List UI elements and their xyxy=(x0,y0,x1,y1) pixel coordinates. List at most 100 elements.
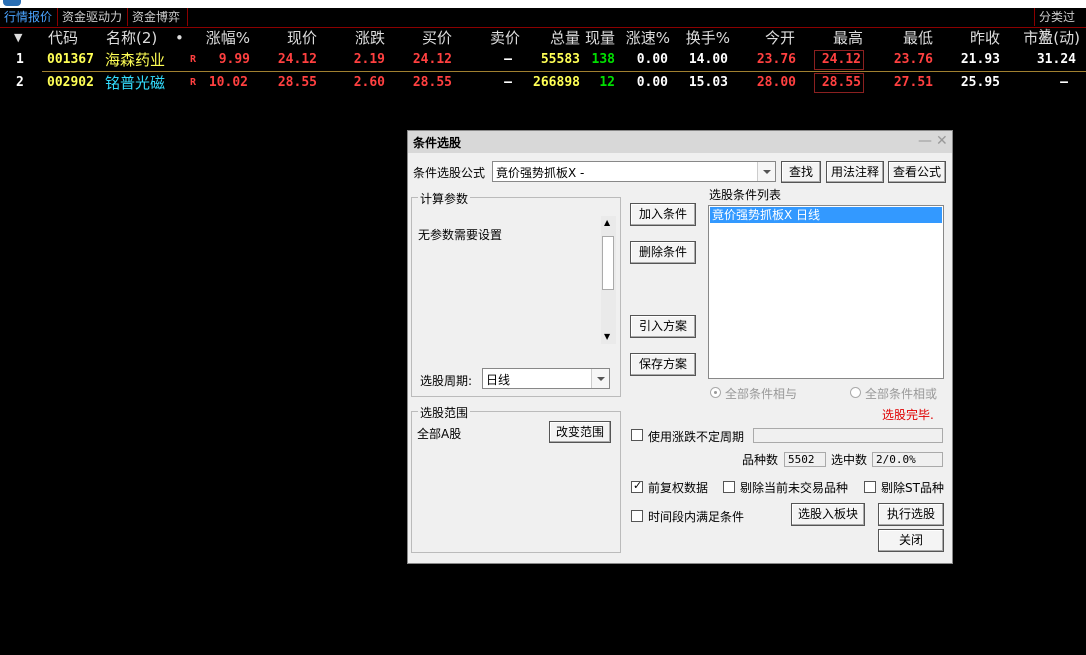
row-bid: 24.12 xyxy=(412,52,452,67)
formula-label: 条件选股公式 xyxy=(413,166,486,180)
tab-capital-drive[interactable]: 资金驱动力 xyxy=(58,8,128,26)
chevron-down-icon[interactable] xyxy=(757,162,775,181)
count-label: 品种数 xyxy=(742,453,779,467)
scroll-up-icon[interactable]: ▲ xyxy=(604,218,610,227)
col-low[interactable]: 最低 xyxy=(875,27,933,49)
period-progress-field xyxy=(753,428,943,443)
radio-or[interactable] xyxy=(850,387,861,398)
list-item[interactable]: 竟价强势抓板X 日线 xyxy=(710,207,942,223)
import-plan-button[interactable]: 引入方案 xyxy=(630,315,696,338)
params-group: 计算参数 无参数需要设置 ▲ ▼ 选股周期: 日线 xyxy=(411,190,621,397)
col-price[interactable]: 现价 xyxy=(255,27,317,49)
col-speed[interactable]: 涨速% xyxy=(620,27,670,49)
col-chg[interactable]: 涨跌 xyxy=(325,27,385,49)
row-chg: 2.60 xyxy=(353,75,385,90)
exclude-st-checkbox[interactable] xyxy=(864,481,876,493)
change-range-button[interactable]: 改变范围 xyxy=(549,421,611,443)
view-formula-button[interactable]: 查看公式 xyxy=(888,161,946,183)
row-volume: 55583 xyxy=(540,52,580,67)
row-index: 1 xyxy=(16,52,24,67)
save-plan-button[interactable]: 保存方案 xyxy=(630,353,696,376)
close-button[interactable]: 关闭 xyxy=(878,529,944,552)
tab-category-filter[interactable]: 分类过滤 xyxy=(1034,8,1086,42)
row-code: 001367 xyxy=(47,52,94,67)
col-chg-pct[interactable]: 涨幅% xyxy=(190,27,250,49)
col-code[interactable]: 代码 xyxy=(48,27,78,49)
add-condition-button[interactable]: 加入条件 xyxy=(630,203,696,226)
row-price: 24.12 xyxy=(277,52,317,67)
scroll-down-icon[interactable]: ▼ xyxy=(604,332,610,341)
close-icon[interactable]: ✕ xyxy=(936,133,948,149)
scroll-thumb[interactable] xyxy=(602,236,614,290)
row-chg-pct: 10.02 xyxy=(208,75,248,90)
col-cur-volume[interactable]: 现量 xyxy=(575,27,615,49)
params-group-title: 计算参数 xyxy=(418,190,471,207)
col-bid[interactable]: 买价 xyxy=(392,27,452,49)
dialog-title: 条件选股 xyxy=(413,136,462,150)
col-pe[interactable]: 市盈(动) xyxy=(1010,27,1080,49)
dialog-titlebar[interactable]: 条件选股 — ✕ xyxy=(408,131,952,153)
row-low: 27.51 xyxy=(893,75,933,90)
col-ask[interactable]: 卖价 xyxy=(460,27,520,49)
minimize-icon[interactable]: — xyxy=(918,133,932,149)
period-select[interactable]: 日线 xyxy=(482,368,610,389)
tab-capital-game[interactable]: 资金博弈 xyxy=(128,8,188,26)
radio-or-label: 全部条件相或 xyxy=(865,387,938,401)
row-pe: – xyxy=(1060,75,1068,90)
row-ask: – xyxy=(504,75,512,90)
row-ask: – xyxy=(504,52,512,67)
table-row[interactable]: 2 002902 铭普光磁 R 10.02 28.55 2.60 28.55 –… xyxy=(0,72,1086,94)
range-group: 选股范围 全部A股 改变范围 xyxy=(411,404,621,553)
formula-value: 竟价强势抓板X - xyxy=(496,166,585,180)
tab-quotes[interactable]: 行情报价 xyxy=(0,8,58,26)
row-index: 2 xyxy=(16,75,24,90)
row-prev-close: 25.95 xyxy=(960,75,1000,90)
find-button[interactable]: 查找 xyxy=(781,161,821,183)
col-name[interactable]: 名称(2) xyxy=(106,27,157,49)
row-cur-volume: 138 xyxy=(591,52,615,67)
time-cond-checkbox[interactable] xyxy=(631,510,643,522)
condition-list[interactable]: 竟价强势抓板X 日线 xyxy=(708,205,944,379)
params-text: 无参数需要设置 xyxy=(418,228,503,242)
usage-notes-button[interactable]: 用法注释 xyxy=(826,161,884,183)
radio-and[interactable] xyxy=(710,387,721,398)
col-high[interactable]: 最高 xyxy=(805,27,863,49)
row-chg-pct: 9.99 xyxy=(218,52,250,67)
use-period-label: 使用涨跌不定周期 xyxy=(648,430,745,444)
sort-caret-icon[interactable]: ▼ xyxy=(14,27,22,49)
execute-button[interactable]: 执行选股 xyxy=(878,503,944,526)
params-scrollbar[interactable]: ▲ ▼ xyxy=(601,216,616,344)
condition-list-label: 选股条件列表 xyxy=(709,188,782,202)
row-open: 28.00 xyxy=(756,75,796,90)
row-cur-volume: 12 xyxy=(599,75,615,90)
delete-condition-button[interactable]: 删除条件 xyxy=(630,241,696,264)
row-speed: 0.00 xyxy=(636,75,668,90)
col-turnover[interactable]: 换手% xyxy=(675,27,730,49)
row-bid: 28.55 xyxy=(412,75,452,90)
selected-label: 选中数 xyxy=(831,453,868,467)
col-volume[interactable]: 总量 xyxy=(520,27,580,49)
window-top-strip xyxy=(0,0,1086,8)
row-name: 铭普光磁 xyxy=(105,74,166,92)
formula-select[interactable]: 竟价强势抓板X - xyxy=(492,161,776,182)
exclude-st-label: 剔除ST品种 xyxy=(881,481,944,495)
chevron-down-icon[interactable] xyxy=(591,369,609,388)
fq-label: 前复权数据 xyxy=(648,481,709,495)
fq-checkbox[interactable] xyxy=(631,479,643,493)
exclude-untraded-label: 剔除当前未交易品种 xyxy=(740,481,849,495)
to-block-button[interactable]: 选股入板块 xyxy=(791,503,865,526)
row-code: 002902 xyxy=(47,75,94,90)
use-period-checkbox[interactable] xyxy=(631,429,643,441)
row-open: 23.76 xyxy=(756,52,796,67)
time-cond-label: 时间段内满足条件 xyxy=(648,510,745,524)
table-row[interactable]: 1 001367 海森药业 R 9.99 24.12 2.19 24.12 – … xyxy=(0,49,1086,71)
row-price: 28.55 xyxy=(277,75,317,90)
row-high: 28.55 xyxy=(814,73,864,93)
count-value: 5502 xyxy=(784,452,826,467)
selected-value: 2/0.0% xyxy=(872,452,943,467)
col-prev-close[interactable]: 昨收 xyxy=(940,27,1000,49)
row-prev-close: 21.93 xyxy=(960,52,1000,67)
col-dot: • xyxy=(175,29,184,47)
exclude-untraded-checkbox[interactable] xyxy=(723,481,735,493)
col-open[interactable]: 今开 xyxy=(740,27,795,49)
